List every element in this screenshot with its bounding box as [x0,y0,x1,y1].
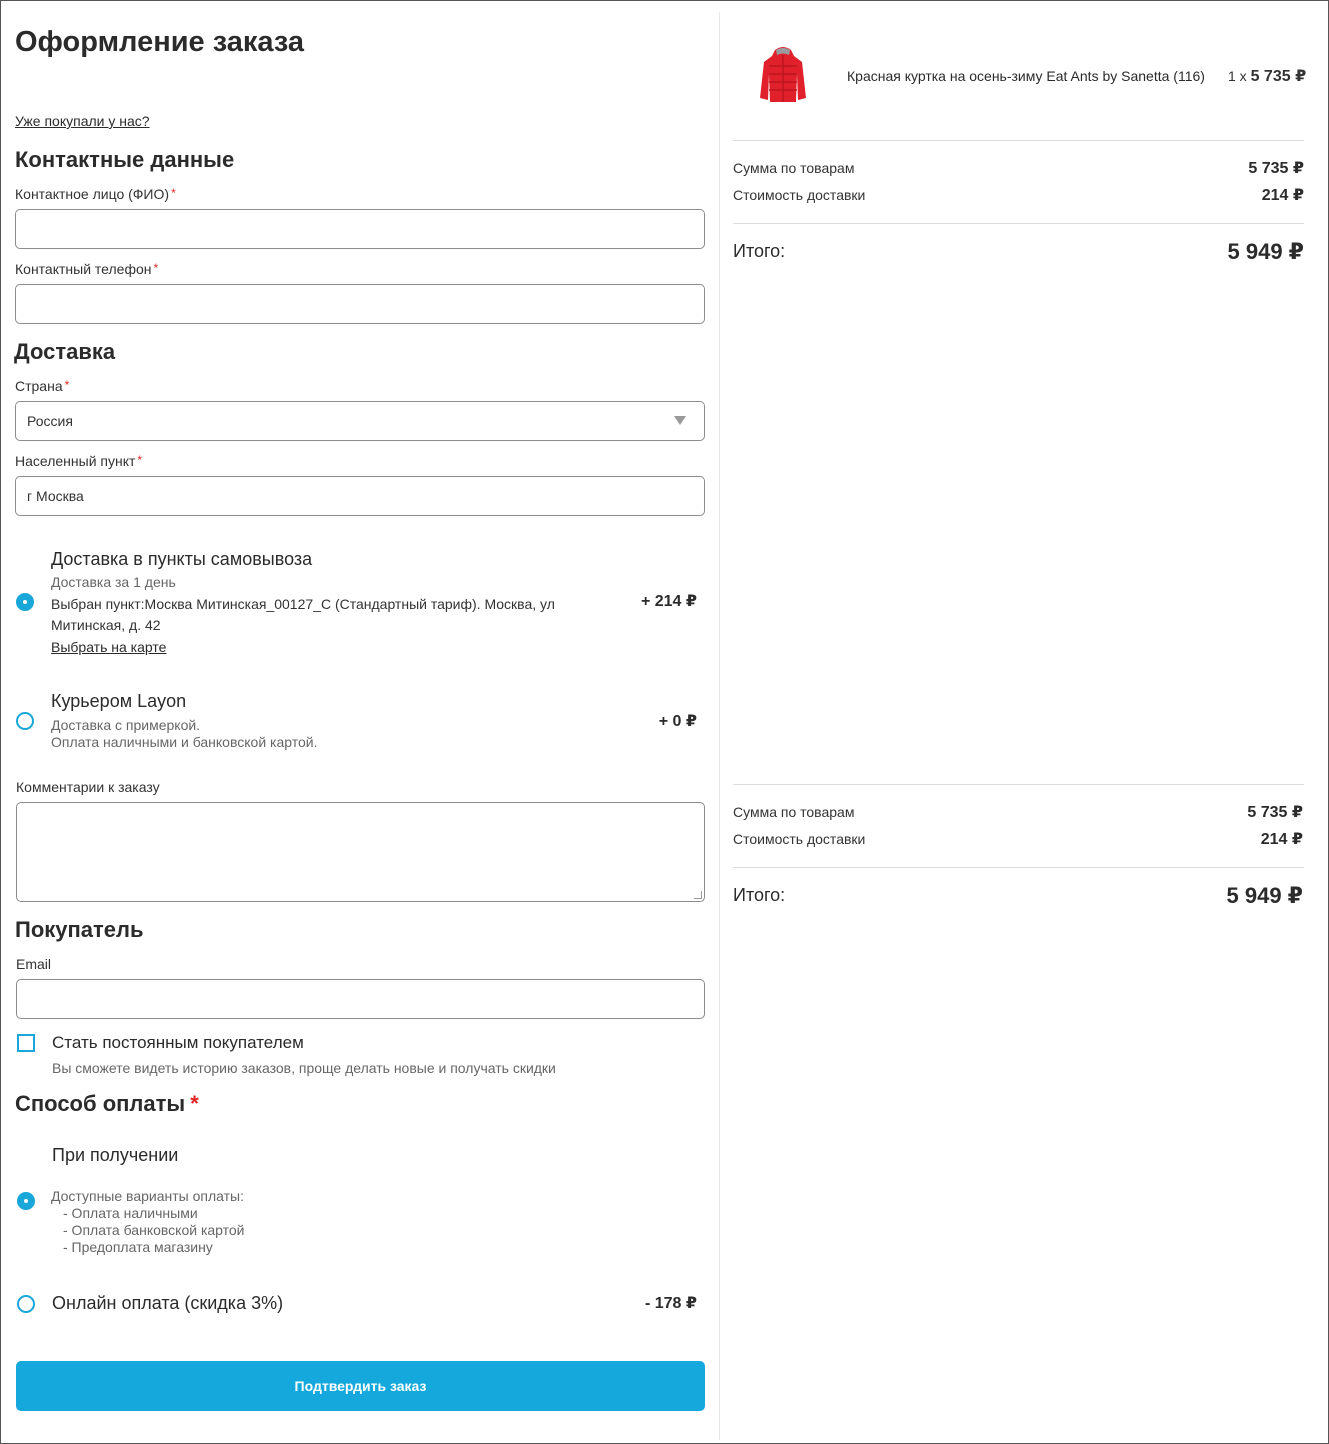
dropdown-arrow-icon [674,416,686,425]
payment-heading-text: Способ оплаты [15,1091,186,1116]
city-label: Населенный пункт * [15,453,142,469]
product-qty-price: 1 x 5 735 ₽ [1228,66,1306,86]
column-divider [719,12,720,1440]
summary-divider [733,867,1304,868]
payment-variant-card: - Оплата банковской картой [63,1222,245,1238]
returning-customer-link[interactable]: Уже покупали у нас? [15,113,150,129]
required-marker: * [153,261,159,275]
required-marker: * [190,1091,199,1116]
pickup-point-desc-2: Митинская, д. 42 [51,617,161,633]
phone-label: Контактный телефон * [15,261,158,277]
summary-divider [733,784,1304,785]
pickup-point-desc-1: Выбран пункт:Москва Митинская_00127_С (С… [51,596,555,612]
courier-delivery-subtitle: Доставка с примеркой. [51,717,201,733]
delivery-cost-value: 214 ₽ [1260,831,1303,848]
total-label: Итого: [733,885,786,905]
courier-delivery-price: + 0 ₽ [658,713,697,730]
courier-delivery-payment: Оплата наличными и банковской картой. [51,734,318,750]
product-price: 5 735 ₽ [1250,68,1307,85]
email-input[interactable] [16,979,705,1019]
delivery-heading: Доставка [14,339,116,364]
buyer-heading: Покупатель [15,917,144,942]
items-sum-value: 5 735 ₽ [1247,804,1303,821]
delivery-cost-value: 214 ₽ [1261,187,1304,204]
items-sum-label: Сумма по товарам [733,804,855,820]
pickup-delivery-price: + 214 ₽ [640,593,697,610]
confirm-order-button[interactable]: Подтвердить заказ [16,1361,705,1411]
email-label: Email [16,956,52,972]
name-label: Контактное лицо (ФИО) * [15,186,176,202]
name-input[interactable] [15,209,705,249]
total-label: Итого: [733,241,786,261]
regular-customer-checkbox[interactable] [17,1034,35,1052]
resize-grip-icon[interactable] [694,891,702,899]
summary-divider [733,223,1304,224]
pickup-delivery-title: Доставка в пункты самовывоза [51,549,313,569]
payment-variants-title: Доступные варианты оплаты: [51,1188,244,1204]
total-value: 5 949 ₽ [1226,883,1303,908]
online-payment-radio[interactable] [17,1295,35,1313]
phone-label-text: Контактный телефон [15,261,152,277]
name-label-text: Контактное лицо (ФИО) [15,186,170,202]
items-sum-value: 5 735 ₽ [1248,160,1304,177]
pay-on-delivery-radio[interactable] [17,1192,35,1210]
online-payment-title: Онлайн оплата (скидка 3%) [52,1293,284,1313]
regular-customer-hint: Вы сможете видеть историю заказов, проще… [52,1060,556,1076]
contacts-heading: Контактные данные [15,147,235,172]
courier-delivery-radio[interactable] [16,712,34,730]
country-label: Страна * [15,378,69,394]
red-jacket-icon [756,44,810,106]
phone-input[interactable] [15,284,705,324]
required-marker: * [64,378,70,392]
required-marker: * [171,186,176,200]
city-input[interactable]: г Москва [15,476,705,516]
items-sum-label: Сумма по товарам [733,160,855,176]
country-label-text: Страна [15,378,63,394]
country-select-value: Россия [27,413,73,429]
payment-heading: Способ оплаты * [15,1091,199,1117]
delivery-cost-label: Стоимость доставки [733,187,866,203]
summary-divider [733,140,1304,141]
city-label-text: Населенный пункт [15,453,136,469]
product-image [760,47,806,102]
product-qty: 1 x [1228,68,1247,84]
page-title: Оформление заказа [15,26,305,58]
online-payment-discount: - 178 ₽ [644,1295,697,1312]
total-value: 5 949 ₽ [1227,239,1304,264]
pickup-delivery-radio[interactable] [16,593,34,611]
comment-textarea[interactable] [16,802,705,902]
required-marker: * [137,453,143,467]
comment-label: Комментарии к заказу [16,779,160,795]
product-name: Красная куртка на осень-зиму Eat Ants by… [847,68,1205,84]
pay-on-delivery-title: При получении [52,1145,179,1165]
pickup-delivery-subtitle: Доставка за 1 день [51,574,176,590]
payment-variant-prepay: - Предоплата магазину [63,1239,213,1255]
payment-variant-cash: - Оплата наличными [63,1205,198,1221]
delivery-cost-label: Стоимость доставки [733,831,866,847]
country-select[interactable]: Россия [15,401,705,441]
regular-customer-label[interactable]: Стать постоянным покупателем [52,1033,304,1053]
choose-on-map-link[interactable]: Выбрать на карте [51,639,166,655]
courier-delivery-title: Курьером Layon [51,691,187,711]
